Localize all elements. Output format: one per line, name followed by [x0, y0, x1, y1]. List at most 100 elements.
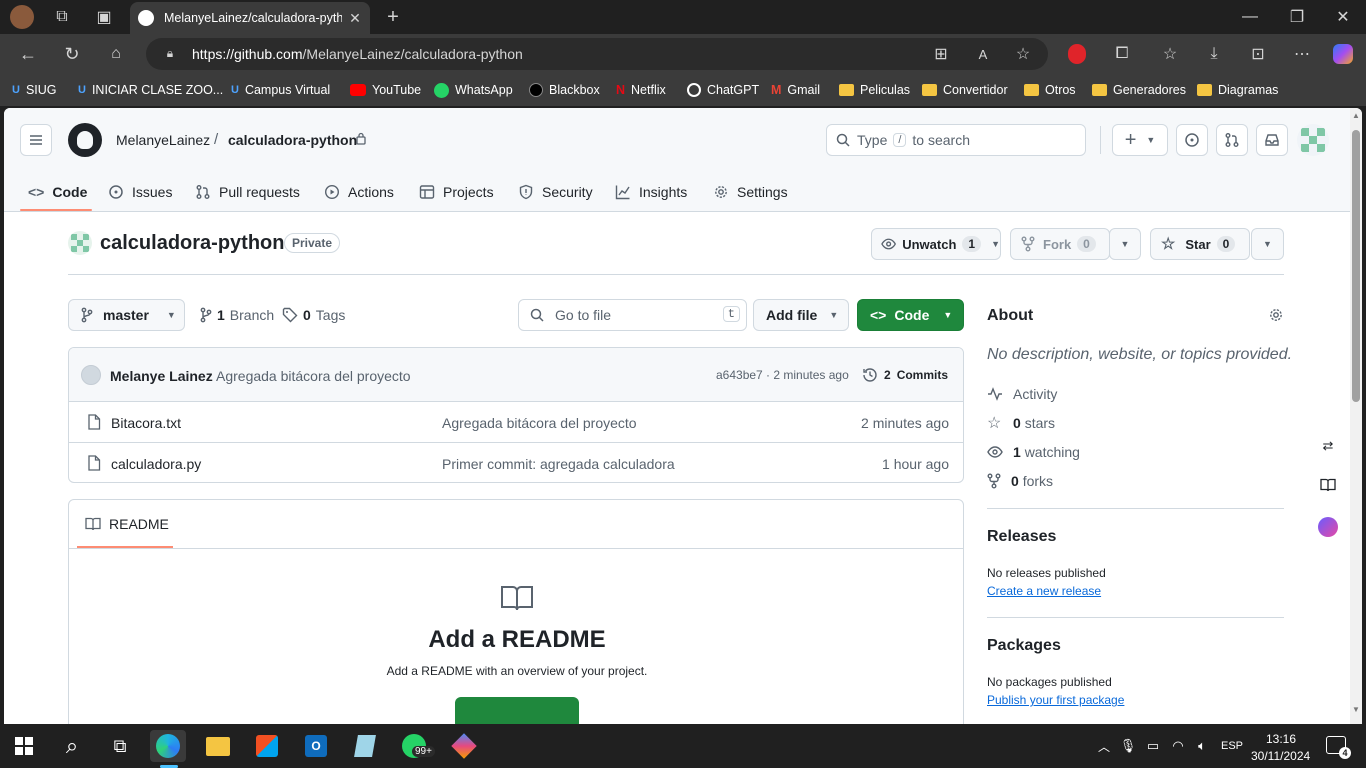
tab-code[interactable]: <> Code — [28, 172, 87, 212]
bookmark-folder-convertidor[interactable]: Convertidor — [922, 74, 1008, 106]
file-name-link[interactable]: Bitacora.txt — [111, 415, 181, 431]
tags-link[interactable]: 0 Tags — [282, 307, 345, 323]
commit-hash-time[interactable]: a643be7 · 2 minutes ago — [716, 368, 849, 382]
home-icon[interactable]: ⌂ — [106, 44, 126, 64]
volume-icon[interactable]: 🔈︎ — [1194, 738, 1210, 754]
bookmark-folder-generadores[interactable]: Generadores — [1092, 74, 1186, 106]
bookmark-chatgpt[interactable]: ChatGPT — [687, 74, 759, 106]
favorites-icon[interactable]: ☆ — [1160, 44, 1180, 64]
bookmark-netflix[interactable]: N Netflix — [616, 74, 666, 106]
table-row[interactable]: calculadora.py Primer commit: agregada c… — [69, 442, 963, 482]
show-hidden-icons-icon[interactable]: ︿ — [1096, 738, 1112, 754]
tab-projects[interactable]: Projects — [419, 172, 494, 212]
more-menu-icon[interactable]: ⋯ — [1292, 44, 1312, 64]
tab-settings[interactable]: Settings — [713, 172, 788, 212]
minimize-icon[interactable]: — — [1240, 7, 1260, 27]
hamburger-menu-button[interactable] — [20, 124, 52, 156]
tab-issues[interactable]: Issues — [108, 172, 172, 212]
clock-date[interactable]: 30/11/2024 — [1251, 749, 1310, 763]
fork-dropdown-button[interactable]: ▼ — [1109, 228, 1141, 260]
copilot-icon[interactable] — [1333, 44, 1353, 64]
code-button[interactable]: <> Code ▼ — [857, 299, 964, 331]
tab-insights[interactable]: Insights — [615, 172, 687, 212]
file-commit-message[interactable]: Agregada bitácora del proyecto — [442, 415, 637, 431]
tab-actions[interactable]: Actions — [324, 172, 394, 212]
profile-avatar[interactable] — [10, 5, 34, 29]
author-avatar[interactable] — [81, 365, 101, 385]
favorite-star-icon[interactable]: ☆ — [1014, 45, 1032, 63]
wifi-icon[interactable]: ◠ — [1170, 738, 1186, 754]
pull-requests-header-button[interactable] — [1216, 124, 1248, 156]
readme-tab[interactable]: README — [85, 516, 169, 532]
watching-link[interactable]: 1 watching — [987, 440, 1080, 464]
unwatch-button[interactable]: Unwatch 1 ▼ — [871, 228, 1001, 260]
microphone-icon[interactable]: 🎙︎ — [1120, 738, 1137, 754]
github-logo-icon[interactable] — [68, 123, 102, 157]
app-available-icon[interactable]: ⊞ — [932, 45, 950, 63]
table-row[interactable]: Bitacora.txt Agregada bitácora del proye… — [69, 401, 963, 442]
extensions-icon[interactable]: ⧠ — [1112, 44, 1132, 64]
bookmark-folder-otros[interactable]: Otros — [1024, 74, 1076, 106]
tab-pull-requests[interactable]: Pull requests — [195, 172, 300, 212]
go-to-file-input[interactable]: Go to file t — [518, 299, 747, 331]
activity-link[interactable]: Activity — [987, 382, 1057, 406]
inbox-header-button[interactable] — [1256, 124, 1288, 156]
start-button[interactable] — [6, 730, 42, 762]
bookmark-zoom[interactable]: U INICIAR CLASE ZOO... — [78, 74, 223, 106]
star-lists-dropdown-button[interactable]: ▼ — [1251, 228, 1284, 260]
file-explorer-icon[interactable] — [200, 730, 236, 762]
create-new-button[interactable]: + ▼ — [1112, 124, 1168, 156]
extension-record-icon[interactable] — [1068, 44, 1086, 64]
repo-title[interactable]: calculadora-python — [100, 232, 284, 255]
create-release-link[interactable]: Create a new release — [987, 584, 1101, 598]
bookmark-blackbox[interactable]: Blackbox — [529, 74, 600, 106]
repo-breadcrumb-link[interactable]: calculadora-python — [228, 132, 357, 148]
branches-link[interactable]: 1 Branch — [200, 307, 274, 323]
close-window-icon[interactable]: ✕ — [1333, 7, 1353, 27]
stars-link[interactable]: ☆ 0 stars — [987, 411, 1055, 435]
fork-button[interactable]: Fork 0 — [1010, 228, 1110, 260]
browser-tab-active[interactable]: MelanyeLainez/calculadora-pytho ✕ — [130, 2, 370, 34]
publish-package-link[interactable]: Publish your first package — [987, 693, 1124, 707]
read-aloud-icon[interactable]: A — [974, 45, 992, 63]
edge-taskbar-icon[interactable] — [150, 730, 186, 762]
releases-heading[interactable]: Releases — [987, 528, 1056, 546]
downloads-icon[interactable]: ⤓ — [1204, 44, 1224, 64]
bookmark-whatsapp[interactable]: WhatsApp — [434, 74, 513, 106]
commit-message[interactable]: Agregada bitácora del proyecto — [216, 368, 411, 384]
bookmark-youtube[interactable]: YouTube — [350, 74, 421, 106]
bookmark-siug[interactable]: U SIUG — [12, 74, 57, 106]
commits-history-link[interactable]: 2 Commits — [862, 367, 948, 383]
search-taskbar-icon[interactable]: ⌕ — [54, 730, 90, 762]
scroll-down-arrow-icon[interactable]: ▼ — [1352, 706, 1360, 714]
file-name-link[interactable]: calculadora.py — [111, 456, 201, 472]
tab-actions-icon[interactable]: ▣ — [94, 7, 114, 27]
notes-app-icon[interactable] — [347, 730, 383, 762]
user-avatar[interactable] — [1297, 124, 1329, 156]
close-tab-icon[interactable]: ✕ — [346, 9, 364, 27]
whatsapp-taskbar-icon[interactable]: 99+ — [396, 730, 435, 762]
owner-link[interactable]: MelanyeLainez — [116, 132, 210, 148]
notifications-icon[interactable]: 4 — [1326, 736, 1351, 759]
new-tab-icon[interactable]: + — [382, 6, 404, 28]
issues-header-button[interactable] — [1176, 124, 1208, 156]
commit-author[interactable]: Melanye Lainez — [110, 368, 213, 384]
add-readme-button[interactable] — [455, 697, 579, 724]
scroll-up-arrow-icon[interactable]: ▲ — [1352, 112, 1360, 120]
bookmark-campus[interactable]: U Campus Virtual — [231, 74, 330, 106]
outlook-icon[interactable]: O — [298, 730, 334, 762]
add-file-button[interactable]: Add file ▼ — [753, 299, 849, 331]
packages-heading[interactable]: Packages — [987, 637, 1061, 655]
file-commit-message[interactable]: Primer commit: agregada calculadora — [442, 456, 675, 472]
battery-icon[interactable]: ▭ — [1145, 738, 1161, 754]
git-app-icon[interactable] — [446, 730, 482, 762]
gear-icon[interactable] — [1268, 307, 1284, 323]
ai-assistant-icon[interactable] — [1318, 517, 1338, 537]
language-indicator[interactable]: ESP — [1221, 740, 1243, 752]
tab-security[interactable]: Security — [518, 172, 593, 212]
refresh-icon[interactable]: ↻ — [62, 44, 82, 64]
screenshot-icon[interactable]: ⊡ — [1248, 44, 1268, 64]
star-button[interactable]: ☆ Star 0 — [1150, 228, 1250, 260]
task-view-icon[interactable]: ⧉ — [102, 730, 138, 762]
url-field[interactable]: 🔒︎ https://github.com/MelanyeLainez/calc… — [146, 38, 1048, 70]
